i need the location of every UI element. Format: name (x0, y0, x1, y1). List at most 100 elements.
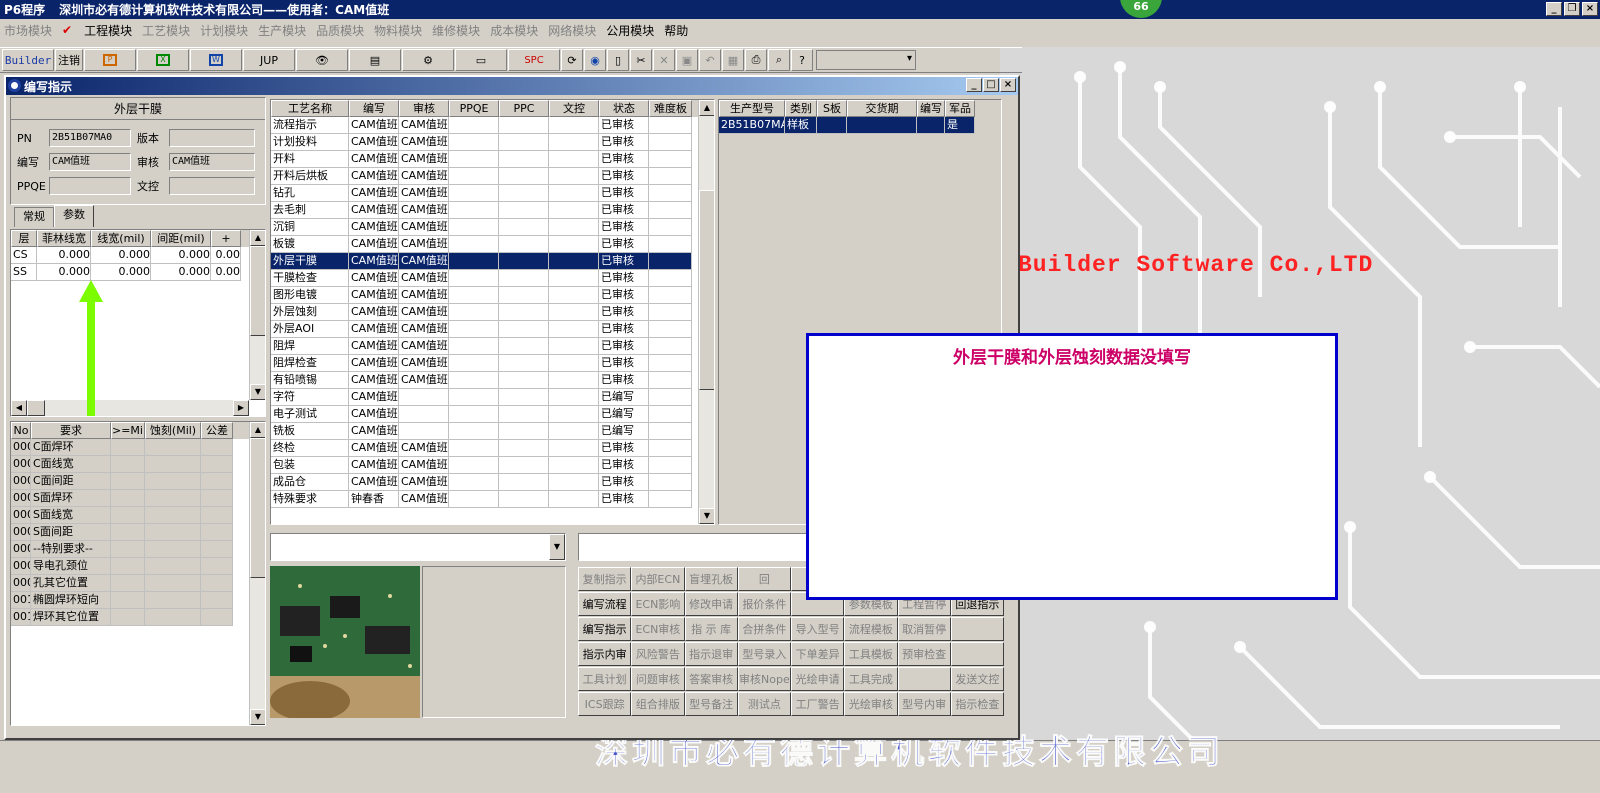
column-header[interactable]: 军品 (945, 100, 975, 117)
table-row[interactable]: 000导电孔颈位 (11, 558, 265, 575)
table-row[interactable]: 包装 CAM值班 CAM值班 已审核 (271, 457, 714, 474)
action-button[interactable]: 风险警告 (631, 642, 685, 666)
scroll-down-arrow[interactable]: ▼ (250, 709, 265, 725)
table-row[interactable]: 000C面间距 (11, 473, 265, 490)
toolbar-combo[interactable] (816, 50, 916, 70)
word-icon[interactable]: W (190, 49, 242, 71)
cut-icon[interactable]: ✂ (630, 49, 652, 71)
column-header[interactable]: 难度板 (649, 100, 692, 117)
action-button[interactable]: 问题审核 (631, 667, 685, 691)
process-note-dropdown[interactable]: ▼ (270, 533, 566, 561)
action-button[interactable]: 内部ECN (631, 567, 685, 591)
auditor-field[interactable]: CAM值班 (169, 153, 255, 171)
scroll-thumb[interactable] (699, 190, 714, 390)
table-row[interactable]: 外层干膜 CAM值班 CAM值班 已审核 (271, 253, 714, 270)
menu-item[interactable]: 工艺模块 (142, 22, 190, 39)
doc-control-field[interactable] (169, 177, 255, 195)
menu-item[interactable]: 工程模块 (84, 22, 132, 39)
save-icon[interactable]: ▣ (676, 49, 698, 71)
action-button[interactable]: 修改申请 (684, 592, 738, 616)
table-row[interactable]: 干膜检查 CAM值班 CAM值班 已审核 (271, 270, 714, 287)
table-row[interactable]: 000S面间距 (11, 524, 265, 541)
column-header[interactable]: PPQE (449, 100, 499, 117)
table-row[interactable]: 000--特别要求-- (11, 541, 265, 558)
excel-icon[interactable]: X (137, 49, 189, 71)
restore-button[interactable]: ❐ (1564, 2, 1580, 16)
menu-item[interactable]: 生产模块 (258, 22, 306, 39)
table-row[interactable]: 000S面线宽 (11, 507, 265, 524)
scroll-up-arrow[interactable]: ▲ (699, 100, 714, 116)
action-button[interactable]: 发送文控 (950, 667, 1004, 691)
action-button[interactable]: ECN审核 (631, 617, 685, 641)
action-button[interactable]: ICS跟踪 (578, 692, 632, 716)
menu-item[interactable]: 计划模块 (200, 22, 248, 39)
new-file-icon[interactable]: ▯ (607, 49, 629, 71)
column-header[interactable]: No (11, 422, 31, 439)
jup-button[interactable]: JUP (243, 49, 295, 71)
action-button[interactable]: 编写流程 (578, 592, 632, 616)
scroll-left-arrow[interactable]: ◀ (11, 400, 27, 416)
column-header[interactable]: 线宽(mil) (91, 230, 151, 247)
action-button[interactable]: 报价条件 (737, 592, 791, 616)
action-button[interactable]: 回 (737, 567, 791, 591)
delete-icon[interactable]: ✕ (653, 49, 675, 71)
column-header[interactable]: 间距(mil) (151, 230, 211, 247)
column-header[interactable]: 菲林线宽 (37, 230, 91, 247)
column-header[interactable]: S板 (817, 100, 847, 117)
column-header[interactable]: 层 (11, 230, 37, 247)
menu-item[interactable]: 帮助 (664, 22, 688, 39)
refresh-icon[interactable]: ⟳ (561, 49, 583, 71)
menu-item[interactable]: 公用模块 (606, 22, 654, 39)
table-row[interactable]: 外层蚀刻 CAM值班 CAM值班 已审核 (271, 304, 714, 321)
menu-item[interactable]: 成本模块 (490, 22, 538, 39)
scroll-down-arrow[interactable]: ▼ (699, 508, 714, 524)
action-button[interactable]: 导入型号 (791, 617, 845, 641)
table-row[interactable]: 去毛刺 CAM值班 CAM值班 已审核 (271, 202, 714, 219)
action-button[interactable]: 工具完成 (844, 667, 898, 691)
builder-button[interactable]: Builder (2, 49, 54, 71)
action-button[interactable]: 工具计划 (578, 667, 632, 691)
table-row[interactable]: 000C面焊环 (11, 439, 265, 456)
pn-field[interactable]: 2B51B07MA0 (49, 129, 131, 147)
action-button[interactable]: 流程模板 (844, 617, 898, 641)
column-header[interactable]: 蚀刻(Mil) (145, 422, 201, 439)
column-header[interactable]: 要求 (31, 422, 111, 439)
column-header[interactable]: 类别 (785, 100, 817, 117)
editor-field[interactable]: CAM值班 (49, 153, 131, 171)
action-button[interactable]: 指示检查 (950, 692, 1004, 716)
database-icon[interactable]: ▤ (349, 49, 401, 71)
action-button[interactable]: 预审检查 (897, 642, 951, 666)
table-row[interactable]: 阻焊 CAM值班 CAM值班 已审核 (271, 338, 714, 355)
scroll-right-arrow[interactable]: ▶ (233, 400, 249, 416)
table-row[interactable]: 字符 CAM值班 已编写 (271, 389, 714, 406)
action-button[interactable]: 型号备注 (684, 692, 738, 716)
table-row[interactable]: 000C面线宽 (11, 456, 265, 473)
dropdown-arrow-icon[interactable]: ▼ (549, 534, 565, 560)
table-row[interactable]: 开料 CAM值班 CAM值班 已审核 (271, 151, 714, 168)
column-header[interactable]: 生产型号 (719, 100, 785, 117)
process-vscroll[interactable]: ▲ ▼ (698, 100, 714, 524)
table-row[interactable]: 000孔其它位置 (11, 575, 265, 592)
table-row[interactable]: 001椭圆焊环短向 (11, 592, 265, 609)
table-row[interactable]: 铣板 CAM值班 已编写 (271, 423, 714, 440)
version-field[interactable] (169, 129, 255, 147)
table-row[interactable]: 钻孔 CAM值班 CAM值班 已审核 (271, 185, 714, 202)
ppqe-field[interactable] (49, 177, 131, 195)
print-icon[interactable]: ⎙ (745, 49, 767, 71)
action-button[interactable]: 编写指示 (578, 617, 632, 641)
action-button[interactable]: 答案审核 (684, 667, 738, 691)
scroll-down-arrow[interactable]: ▼ (250, 384, 265, 400)
scroll-thumb[interactable] (250, 246, 265, 336)
table-row[interactable]: CS 0.000 0.000 0.000 0.00 (11, 247, 265, 264)
scroll-thumb[interactable] (250, 438, 265, 578)
table-row[interactable]: 开料后烘板 CAM值班 CAM值班 已审核 (271, 168, 714, 185)
req-vscroll[interactable]: ▲ ▼ (249, 422, 265, 725)
action-button[interactable]: ECN影响 (631, 592, 685, 616)
table-row[interactable]: 001焊环其它位置 (11, 609, 265, 626)
action-button[interactable]: 审核Nope (737, 667, 791, 691)
scroll-up-arrow[interactable]: ▲ (250, 422, 265, 438)
logout-button[interactable]: 注销 (55, 49, 83, 71)
win-maximize-button[interactable]: □ (983, 78, 999, 92)
action-button[interactable]: 组合排版 (631, 692, 685, 716)
spc-button[interactable]: SPC (508, 49, 560, 71)
